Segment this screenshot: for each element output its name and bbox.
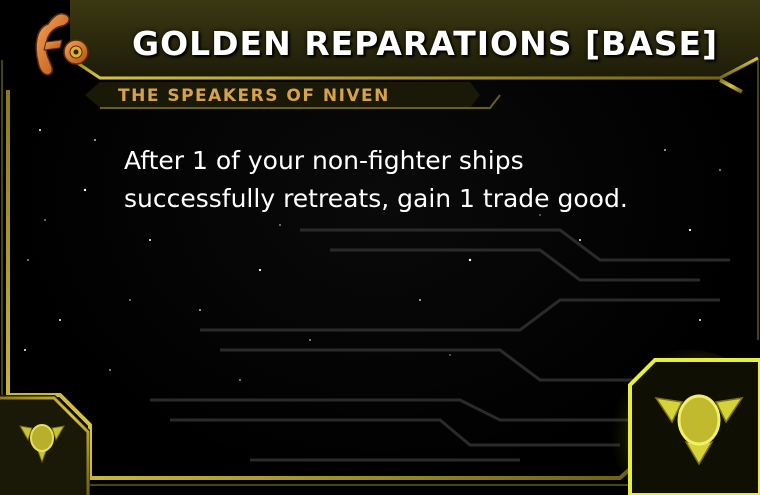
faction-emblem-icon [19,424,65,464]
glowing-faction-emblem-icon [654,394,744,466]
card: GOLDEN REPARATIONS [BASE] THE SPEAKERS O… [0,0,760,495]
ability-line: successfully retreats, gain 1 trade good… [124,184,628,213]
card-title: GOLDEN REPARATIONS [BASE] [132,24,719,63]
ability-text: After 1 of your non-fighter ships succes… [124,142,724,218]
faction-name: THE SPEAKERS OF NIVEN [118,86,390,106]
faction-logo-icon [35,12,89,76]
ability-line: After 1 of your non-fighter ships [124,146,524,175]
